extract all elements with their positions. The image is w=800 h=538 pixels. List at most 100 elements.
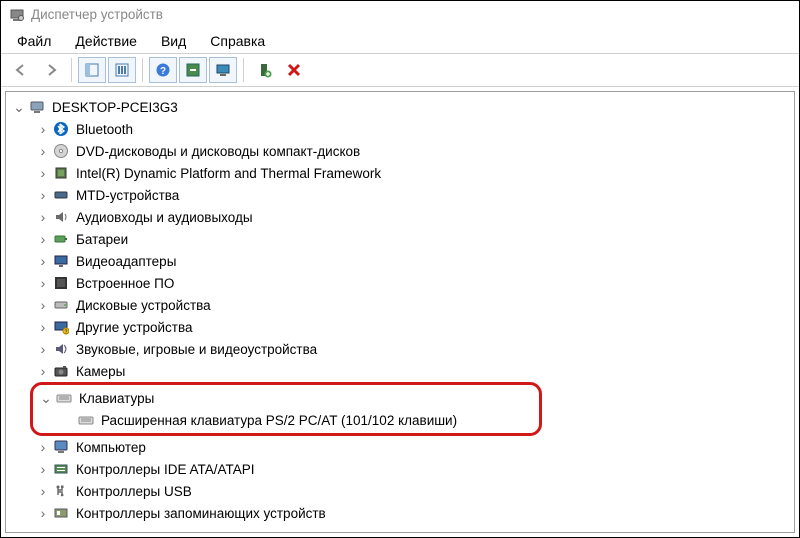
tree-node[interactable]: › Bluetooth [8, 118, 792, 140]
node-label: Аудиовходы и аудиовыходы [76, 210, 253, 225]
show-hidden-button[interactable] [209, 57, 237, 83]
node-label: Батареи [76, 232, 128, 247]
tree-node[interactable]: › Камеры [8, 360, 792, 382]
tree-node[interactable]: › Компьютер [8, 436, 792, 458]
titlebar: Диспетчер устройств [1, 1, 799, 29]
tree-root[interactable]: ⌄ DESKTOP-PCEI3G3 [8, 96, 792, 118]
menu-action[interactable]: Действие [65, 31, 147, 51]
chip-icon [52, 164, 70, 182]
separator [71, 58, 72, 82]
expand-icon[interactable]: › [36, 187, 50, 203]
battery-icon [52, 230, 70, 248]
node-label: Bluetooth [76, 122, 133, 137]
expand-icon[interactable]: › [36, 319, 50, 335]
separator [243, 58, 244, 82]
bluetooth-icon [52, 120, 70, 138]
expand-icon[interactable]: › [36, 439, 50, 455]
tree-node[interactable]: › Контроллеры IDE ATA/ATAPI [8, 458, 792, 480]
menubar: Файл Действие Вид Справка [1, 29, 799, 53]
help-button[interactable] [149, 57, 177, 83]
forward-button[interactable] [37, 57, 65, 83]
highlight-annotation: ⌄ Клавиатуры Расширенная клавиатура PS/2… [30, 382, 542, 436]
tree-node[interactable]: › MTD-устройства [8, 184, 792, 206]
tree-node[interactable]: › Контроллеры запоминающих устройств [8, 502, 792, 524]
expand-icon[interactable]: › [36, 363, 50, 379]
expand-icon[interactable]: › [36, 253, 50, 269]
disk-icon [52, 296, 70, 314]
expand-icon[interactable]: › [36, 461, 50, 477]
leaf-label: Расширенная клавиатура PS/2 PC/AT (101/1… [101, 413, 457, 428]
other-icon [52, 318, 70, 336]
tree-panel: ⌄ DESKTOP-PCEI3G3 › Bluetooth › DVD-дисково… [5, 91, 795, 533]
tree-node[interactable]: › Аудиовходы и аудиовыходы [8, 206, 792, 228]
computer-icon [52, 438, 70, 456]
storage-ctrl-icon [52, 504, 70, 522]
expand-icon[interactable]: › [36, 483, 50, 499]
console-tree-button[interactable] [78, 57, 106, 83]
node-label: Контроллеры IDE ATA/ATAPI [76, 462, 254, 477]
firmware-icon [52, 274, 70, 292]
node-label: Встроенное ПО [76, 276, 174, 291]
usb-icon [52, 482, 70, 500]
tree-node[interactable]: › Звуковые, игровые и видеоустройства [8, 338, 792, 360]
device-manager-window: Диспетчер устройств Файл Действие Вид Сп… [0, 0, 800, 538]
properties-button[interactable] [108, 57, 136, 83]
tree-node[interactable]: › Встроенное ПО [8, 272, 792, 294]
dvd-icon [52, 142, 70, 160]
node-label: Клавиатуры [79, 391, 154, 406]
expand-icon[interactable]: › [36, 121, 50, 137]
collapse-icon[interactable]: ⌄ [39, 390, 53, 407]
node-label: Звуковые, игровые и видеоустройства [76, 342, 317, 357]
node-label: Intel(R) Dynamic Platform and Thermal Fr… [76, 166, 381, 181]
computer-icon [28, 98, 46, 116]
tree-node[interactable]: › Дисковые устройства [8, 294, 792, 316]
expand-icon[interactable]: › [36, 143, 50, 159]
expand-icon[interactable]: › [36, 209, 50, 225]
tree-node-keyboards[interactable]: ⌄ Клавиатуры [33, 387, 535, 409]
add-hardware-button[interactable] [250, 57, 278, 83]
expand-icon[interactable]: › [36, 297, 50, 313]
mtd-icon [52, 186, 70, 204]
remove-button[interactable] [280, 57, 308, 83]
menu-view[interactable]: Вид [151, 31, 196, 51]
scan-hardware-button[interactable] [179, 57, 207, 83]
display-icon [52, 252, 70, 270]
keyboard-icon [77, 411, 95, 429]
window-title: Диспетчер устройств [31, 7, 163, 22]
device-tree: ⌄ DESKTOP-PCEI3G3 › Bluetooth › DVD-дисково… [8, 96, 792, 524]
tree-node[interactable]: › Контроллеры USB [8, 480, 792, 502]
expand-icon[interactable]: › [36, 341, 50, 357]
root-label: DESKTOP-PCEI3G3 [52, 100, 178, 115]
expand-icon[interactable]: › [36, 165, 50, 181]
node-label: Видеоадаптеры [76, 254, 176, 269]
expand-icon[interactable]: › [36, 231, 50, 247]
sound-icon [52, 340, 70, 358]
ide-icon [52, 460, 70, 478]
tree-node[interactable]: › Другие устройства [8, 316, 792, 338]
tree-node[interactable]: › Видеоадаптеры [8, 250, 792, 272]
node-label: Контроллеры запоминающих устройств [76, 506, 326, 521]
separator [142, 58, 143, 82]
node-label: Камеры [76, 364, 125, 379]
app-icon [9, 7, 25, 23]
tree-node[interactable]: › Intel(R) Dynamic Platform and Thermal F… [8, 162, 792, 184]
node-label: Дисковые устройства [76, 298, 211, 313]
node-label: Контроллеры USB [76, 484, 192, 499]
expand-icon[interactable]: › [36, 505, 50, 521]
node-label: DVD-дисководы и дисководы компакт-дисков [76, 144, 360, 159]
node-label: Компьютер [76, 440, 146, 455]
toolbar [1, 53, 799, 87]
tree-leaf-keyboard-device[interactable]: Расширенная клавиатура PS/2 PC/AT (101/1… [33, 409, 535, 431]
back-button[interactable] [7, 57, 35, 83]
node-label: Другие устройства [76, 320, 193, 335]
menu-help[interactable]: Справка [200, 31, 275, 51]
tree-node[interactable]: › Батареи [8, 228, 792, 250]
collapse-icon[interactable]: ⌄ [12, 99, 26, 116]
content-area: ⌄ DESKTOP-PCEI3G3 › Bluetooth › DVD-дисково… [1, 87, 799, 537]
menu-file[interactable]: Файл [7, 31, 61, 51]
node-label: MTD-устройства [76, 188, 179, 203]
tree-node[interactable]: › DVD-дисководы и дисководы компакт-диско… [8, 140, 792, 162]
camera-icon [52, 362, 70, 380]
keyboard-icon [55, 389, 73, 407]
expand-icon[interactable]: › [36, 275, 50, 291]
